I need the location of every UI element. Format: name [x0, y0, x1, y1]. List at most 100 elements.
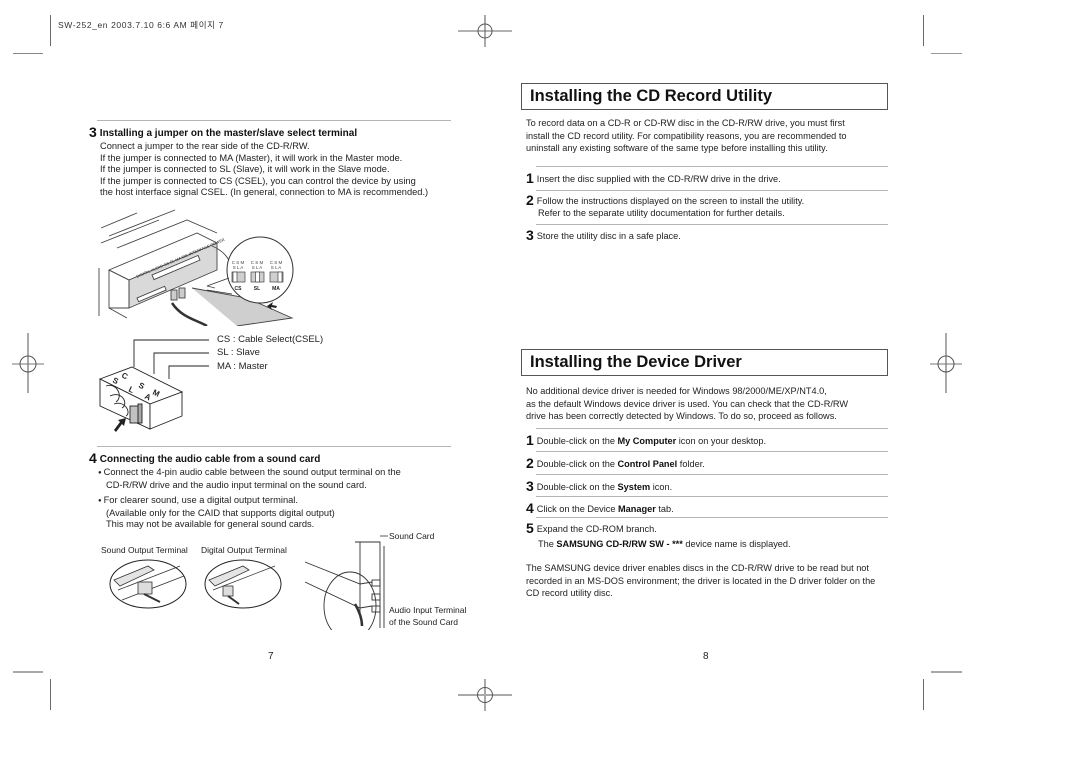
sound-card-illustration: [304, 535, 388, 630]
step-5-note: The SAMSUNG CD-R/RW SW - *** device name…: [526, 537, 791, 552]
utility-step-2: 2 Follow the instructions displayed on th…: [526, 192, 805, 219]
callout-ma: MA : Master: [217, 361, 268, 372]
step-4-section: 4 Connecting the audio cable from a sound…: [89, 450, 459, 531]
print-slug: SW-252_en 2003.7.10 6:6 AM 페이지 7: [58, 20, 224, 30]
divider: [536, 428, 888, 429]
step-number: 2: [526, 455, 534, 471]
step-text: Insert the disc supplied with the CD-R/R…: [536, 174, 781, 184]
sound-output-terminal-illustration: [109, 559, 187, 609]
utility-step-1: 1 Insert the disc supplied with the CD-R/…: [526, 170, 781, 186]
section-2-intro: No additional device driver is needed fo…: [526, 385, 896, 423]
divider: [536, 517, 888, 518]
svg-text:S L A: S L A: [252, 265, 263, 270]
body-line: Connect a jumper to the rear side of the…: [100, 141, 310, 151]
step-number: 1: [526, 170, 534, 186]
driver-step-1: 1 Double-click on the My Computer icon on…: [526, 432, 766, 448]
step-number: 2: [526, 192, 534, 208]
svg-text:S L A: S L A: [233, 265, 244, 270]
divider: [536, 496, 888, 497]
divider: [97, 446, 451, 447]
step-text: tab.: [655, 504, 674, 514]
crop-mark-top-left-vertical: [50, 15, 51, 46]
registration-mark-top-center-icon: [458, 15, 512, 47]
crop-mark-top-right-vertical: [923, 15, 924, 46]
step-text: Refer to the separate utility documentat…: [538, 208, 785, 218]
step-4-bullet-1: Connect the 4-pin audio cable between th…: [89, 467, 459, 491]
step-text: Expand the CD-ROM branch.: [536, 524, 657, 534]
bullet-line: For clearer sound, use a digital output …: [98, 495, 459, 508]
jumper-block-illustration: S C L S A M: [98, 339, 209, 432]
step-text: icon.: [650, 482, 673, 492]
divider: [536, 224, 888, 225]
step-number: 1: [526, 432, 534, 448]
step-text: Click on the Device: [536, 504, 618, 514]
body-line: CD-R/RW drive and the audio input termin…: [106, 479, 367, 490]
drive-rear-illustration: DIGITAL AUDIO CS SL MA IDE INTERFACE POW…: [98, 209, 294, 326]
body-line: If the jumper is connected to CS (CSEL),…: [100, 175, 416, 186]
step-text: Double-click on the: [536, 436, 618, 446]
utility-step-3: 3 Store the utility disc in a safe place.: [526, 227, 681, 243]
crop-mark-bottom-left-horizontal: [13, 671, 43, 673]
closeup-label-cs: CS: [235, 286, 243, 292]
note-text: device name is displayed.: [682, 539, 791, 549]
step-3-body: Connect a jumper to the rear side of the…: [89, 141, 459, 199]
step-3-heading: 3 Installing a jumper on the master/slave…: [89, 124, 459, 140]
page-number-right: 8: [703, 651, 709, 662]
driver-step-2: 2 Double-click on the Control Panel folde…: [526, 455, 705, 471]
body-line: the host interface signal CSEL. (In gene…: [100, 187, 429, 198]
closeup-label-ma: MA: [272, 286, 280, 292]
registration-mark-right-icon: [930, 333, 962, 393]
step-number: 3: [89, 124, 97, 140]
step-number: 4: [526, 500, 534, 516]
crop-mark-bottom-right-vertical: [923, 679, 924, 710]
driver-step-4: 4 Click on the Device Manager tab.: [526, 500, 674, 516]
digital-output-terminal-illustration: [204, 559, 282, 609]
step-text-bold: My Computer: [617, 436, 677, 446]
divider: [536, 451, 888, 452]
step-text: Double-click on the: [536, 459, 618, 469]
device-name: SAMSUNG CD-R/RW SW - ***: [556, 539, 683, 549]
step-text: Double-click on the: [536, 482, 618, 492]
step-text-bold: Control Panel: [617, 459, 678, 469]
divider: [536, 474, 888, 475]
intro-line: as the default Windows device driver is …: [526, 398, 849, 409]
step-text-bold: System: [617, 482, 651, 492]
crop-mark-top-left-horizontal: [13, 53, 43, 54]
body-line: This may not be available for general so…: [106, 519, 315, 530]
callout-cs: CS : Cable Select(CSEL): [217, 334, 324, 345]
footer-line: CD record utility disc.: [526, 588, 613, 599]
divider: [536, 166, 888, 167]
step-number: 3: [526, 478, 534, 494]
step-text: Store the utility disc in a safe place.: [536, 231, 681, 241]
step-text: folder.: [677, 459, 705, 469]
step-text-bold: Manager: [618, 504, 656, 514]
callout-sl: SL : Slave: [217, 347, 260, 358]
intro-line: uninstall any existing software of the s…: [526, 143, 828, 154]
step-title: Connecting the audio cable from a sound …: [99, 454, 321, 465]
sound-card-label: Sound Card: [389, 531, 435, 541]
step-3-section: 3 Installing a jumper on the master/slave…: [89, 124, 459, 199]
step-text: Follow the instructions displayed on the…: [536, 196, 805, 206]
step-text: icon on your desktop.: [676, 436, 767, 446]
intro-line: To record data on a CD-R or CD-RW disc i…: [526, 118, 845, 128]
section-title-device-driver: Installing the Device Driver: [521, 349, 888, 376]
section-1-intro: To record data on a CD-R or CD-RW disc i…: [526, 117, 896, 155]
intro-line: install the CD record utility. For compa…: [526, 130, 847, 141]
step-number: 5: [526, 520, 534, 536]
body-line: (Available only for the CAID that suppor…: [106, 507, 335, 518]
step-title: Installing a jumper on the master/slave …: [99, 128, 358, 139]
digital-output-terminal-label: Digital Output Terminal: [201, 545, 287, 555]
note-text: The: [538, 539, 557, 549]
audio-input-label-line: of the Sound Card: [389, 616, 458, 627]
step-number: 4: [89, 450, 97, 466]
step-4-bullet-2: For clearer sound, use a digital output …: [89, 495, 459, 531]
crop-mark-bottom-right-horizontal: [931, 671, 962, 673]
intro-line: drive has been correctly detected by Win…: [526, 411, 837, 422]
registration-mark-bottom-center-icon: [458, 679, 512, 711]
step-4-heading: 4 Connecting the audio cable from a sound…: [89, 450, 459, 466]
footer-line: recorded in an MS-DOS environment; the d…: [526, 575, 876, 586]
step-number: 3: [526, 227, 534, 243]
bullet-line: Connect the 4-pin audio cable between th…: [98, 467, 459, 480]
body-line: If the jumper is connected to SL (Slave)…: [100, 164, 390, 175]
body-line: If the jumper is connected to MA (Master…: [100, 152, 403, 163]
